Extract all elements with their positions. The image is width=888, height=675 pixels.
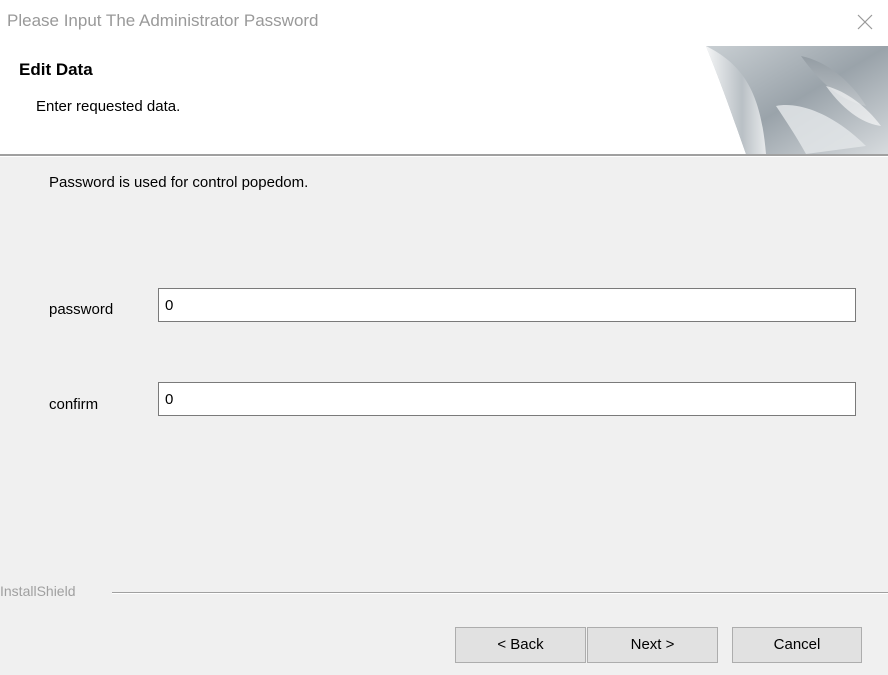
window-title: Please Input The Administrator Password: [7, 11, 319, 30]
cancel-button[interactable]: Cancel: [732, 627, 862, 663]
description-text: Password is used for control popedom.: [49, 174, 309, 191]
installshield-header-graphic: [706, 46, 888, 154]
header-subtitle: Enter requested data.: [36, 98, 181, 115]
installshield-brand: InstallShield: [0, 583, 82, 599]
next-button[interactable]: Next >: [587, 627, 718, 663]
password-label: password: [49, 301, 114, 318]
password-input[interactable]: [158, 288, 856, 322]
header-title: Edit Data: [19, 60, 93, 79]
dialog-header: Edit Data Enter requested data.: [0, 46, 888, 154]
confirm-label: confirm: [49, 396, 99, 413]
title-bar: Please Input The Administrator Password: [0, 0, 888, 46]
back-button[interactable]: < Back: [455, 627, 586, 663]
confirm-input[interactable]: [158, 382, 856, 416]
brand-rule: [112, 592, 888, 594]
header-divider: [0, 154, 888, 157]
close-icon: [857, 14, 873, 30]
close-button[interactable]: [842, 0, 888, 44]
installer-dialog: Please Input The Administrator Password …: [0, 0, 888, 675]
installshield-divider: InstallShield: [0, 580, 888, 602]
